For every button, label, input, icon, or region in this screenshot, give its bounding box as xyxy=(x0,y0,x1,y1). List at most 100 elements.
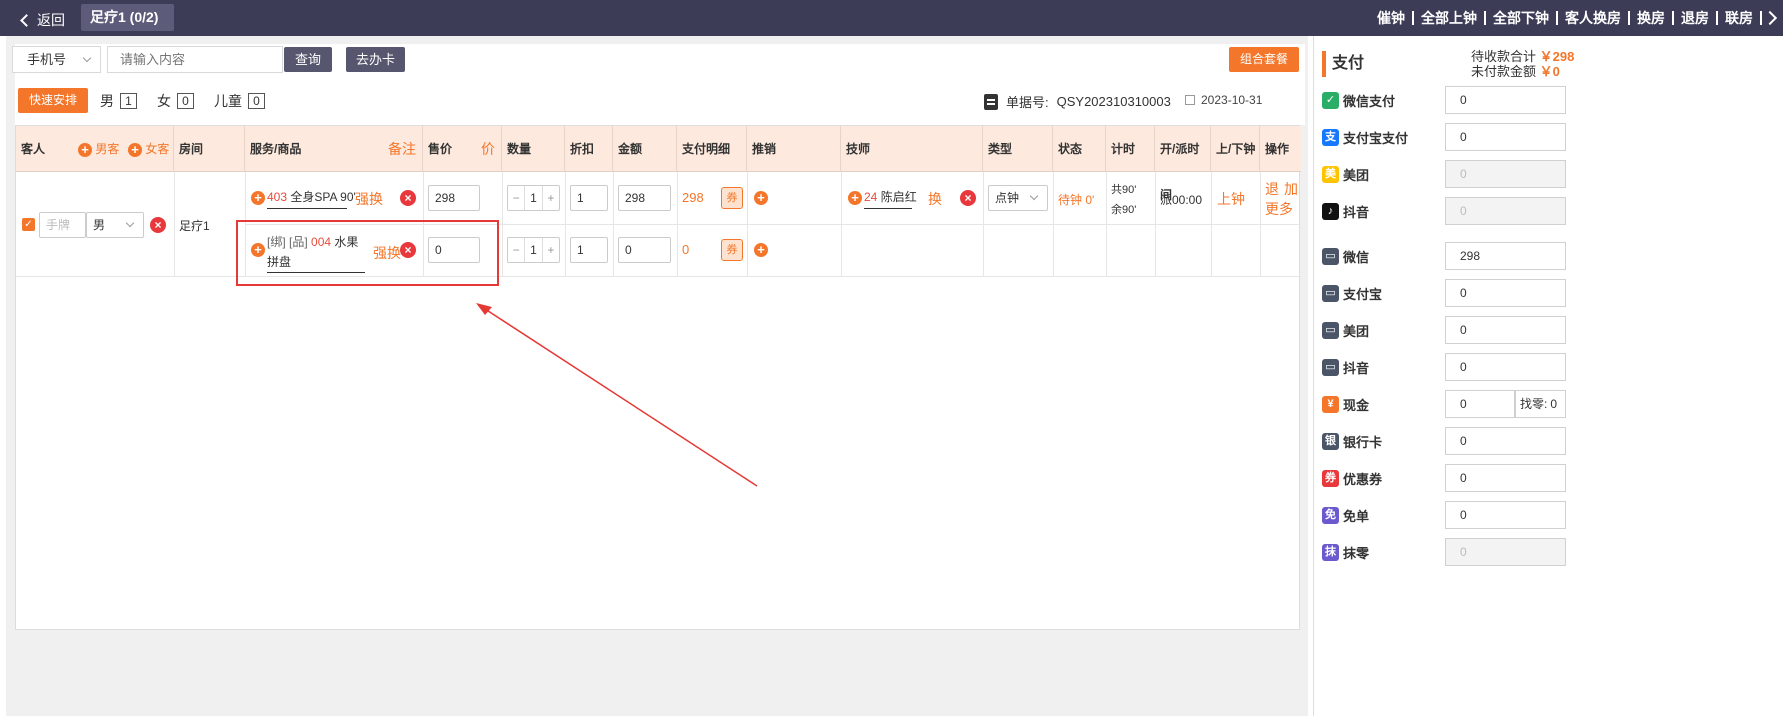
date-value: 2023-10-31 xyxy=(1201,93,1263,107)
alipay-icon: 支 xyxy=(1322,128,1339,146)
th-open-time: 开/派时间 xyxy=(1155,126,1211,202)
payment-amount-input[interactable]: 0 xyxy=(1445,501,1566,529)
th-type: 类型 xyxy=(983,126,1053,172)
open-time: 派00:00 xyxy=(1160,193,1203,207)
meituan-icon: 美 xyxy=(1322,165,1339,183)
menu-all-start[interactable]: 全部上钟 xyxy=(1414,11,1486,25)
discount-input[interactable]: 1 xyxy=(570,237,608,263)
payment-method-label: 支支付宝支付 xyxy=(1322,123,1408,151)
hand-tag-input[interactable]: 手牌 xyxy=(39,212,86,238)
payment-method-label: ▭ 美团 xyxy=(1322,316,1369,344)
query-button[interactable]: 查询 xyxy=(284,47,332,72)
status-text: 待钟 0' xyxy=(1058,193,1095,207)
child-count[interactable]: 0 xyxy=(248,93,265,109)
add-item-icon[interactable]: + xyxy=(251,191,265,205)
guest-checkbox[interactable]: ✓ xyxy=(22,218,35,231)
add-tech-icon[interactable]: + xyxy=(848,191,862,205)
payment-method-name: 现金 xyxy=(1343,397,1370,413)
th-discount: 折扣 xyxy=(565,126,613,172)
room-tab[interactable]: 足疗1 (0/2) xyxy=(81,4,174,31)
th-timer: 计时 xyxy=(1106,126,1155,172)
female-count[interactable]: 0 xyxy=(177,93,194,109)
th-amount: 金额 xyxy=(613,126,677,172)
more-button[interactable]: 更多 xyxy=(1265,199,1293,219)
payment-amount-input[interactable]: 0 xyxy=(1445,464,1566,492)
combo-package-button[interactable]: 组合套餐 xyxy=(1229,47,1299,72)
minus-icon[interactable]: − xyxy=(508,186,524,210)
back-label: 返回 xyxy=(37,12,65,28)
payment-method-name: 微信支付 xyxy=(1343,93,1396,109)
gender-select[interactable]: 男 xyxy=(86,212,144,238)
remove-guest-icon[interactable]: × xyxy=(150,217,166,233)
qty-stepper[interactable]: −1 + xyxy=(507,185,560,211)
annotation-highlight-box xyxy=(236,220,499,286)
payment-amount-input[interactable]: 0 xyxy=(1445,390,1515,418)
payment-amount-input[interactable]: 298 xyxy=(1445,242,1566,270)
start-clock-button[interactable]: 上钟 xyxy=(1217,189,1245,209)
back-button[interactable]: 返回 xyxy=(20,10,65,30)
add-female-guest-button[interactable]: + 女客 xyxy=(128,126,169,172)
wallet-icon: ▭ xyxy=(1322,247,1339,265)
return-button[interactable]: 退 xyxy=(1265,179,1279,199)
payment-amount-input[interactable]: 0 xyxy=(1445,427,1566,455)
th-status: 状态 xyxy=(1053,126,1106,172)
price-link[interactable]: 价 xyxy=(481,126,495,172)
menu-link-room[interactable]: 联房 xyxy=(1718,11,1762,25)
payment-amount-input[interactable]: 0 xyxy=(1445,353,1566,381)
type-select[interactable]: 点钟 xyxy=(988,185,1048,211)
payment-method-name: 美团 xyxy=(1343,323,1370,339)
payment-method-name: 支付宝 xyxy=(1343,286,1383,302)
payment-method-label: ¥ 现金 xyxy=(1322,390,1369,418)
amount-input[interactable]: 298 xyxy=(618,185,671,211)
plus-icon: + xyxy=(128,142,142,157)
quick-arrange-button[interactable]: 快速安排 xyxy=(18,88,88,113)
open-card-button[interactable]: 去办卡 xyxy=(346,47,405,72)
add-promo-icon[interactable]: + xyxy=(754,191,768,205)
menu-guest-change-room[interactable]: 客人换房 xyxy=(1558,11,1630,25)
payment-amount-input[interactable]: 0 xyxy=(1445,86,1566,114)
payment-method-name: 美团 xyxy=(1343,167,1370,183)
coupon-button[interactable]: 券 xyxy=(721,239,743,261)
remove-tech-icon[interactable]: × xyxy=(960,190,976,206)
change-tech-button[interactable]: 换 xyxy=(928,189,942,209)
menu-all-end[interactable]: 全部下钟 xyxy=(1486,11,1558,25)
th-clock: 上/下钟 xyxy=(1211,126,1260,172)
arrow-line xyxy=(481,306,758,487)
qty-stepper[interactable]: −1 + xyxy=(507,237,560,263)
plus-icon[interactable]: + xyxy=(543,186,559,210)
payment-method-label: 券优惠券 xyxy=(1322,464,1382,492)
menu-change-room[interactable]: 换房 xyxy=(1630,11,1674,25)
th-guest: 客人 + 男客 + 女客 xyxy=(16,126,174,172)
remove-item-icon[interactable]: × xyxy=(400,190,416,206)
payment-amount-input[interactable]: 0 xyxy=(1445,279,1566,307)
add-male-guest-button[interactable]: + 男客 xyxy=(78,126,119,172)
room-name: 足疗1 xyxy=(179,219,210,233)
th-price: 售价 价 xyxy=(423,126,502,172)
add-promo-icon[interactable]: + xyxy=(754,243,768,257)
plus-icon[interactable]: + xyxy=(543,238,559,262)
payment-method-label: ✓ 微信支付 xyxy=(1322,86,1395,114)
tech-item[interactable]: 24 陈启红 xyxy=(864,188,917,209)
search-input[interactable] xyxy=(107,46,283,73)
chevron-right-icon[interactable] xyxy=(1762,10,1778,26)
search-type-select[interactable]: 手机号 xyxy=(12,46,101,73)
menu-urge-clock[interactable]: 催钟 xyxy=(1370,11,1414,25)
discount-input[interactable]: 1 xyxy=(570,185,608,211)
pay-detail: 298 xyxy=(682,190,704,205)
menu-checkout-room[interactable]: 退房 xyxy=(1674,11,1718,25)
add-button[interactable]: 加 xyxy=(1284,179,1298,199)
calendar-icon xyxy=(1185,95,1195,105)
price-input[interactable]: 298 xyxy=(428,185,480,211)
amount-input[interactable]: 0 xyxy=(618,237,671,263)
coupon-button[interactable]: 券 xyxy=(721,187,743,209)
payment-amount-input[interactable]: 0 xyxy=(1445,123,1566,151)
force-change-button[interactable]: 强换 xyxy=(355,189,383,209)
minus-icon[interactable]: − xyxy=(508,238,524,262)
payment-amount-input[interactable]: 0 xyxy=(1445,316,1566,344)
free-icon: 免 xyxy=(1322,506,1339,524)
note-link[interactable]: 备注 xyxy=(388,126,416,172)
wallet-icon: ▭ xyxy=(1322,321,1339,339)
male-count[interactable]: 1 xyxy=(120,93,137,109)
service-item[interactable]: 403 全身SPA 90' xyxy=(267,188,356,209)
chevron-down-icon xyxy=(1029,191,1039,201)
